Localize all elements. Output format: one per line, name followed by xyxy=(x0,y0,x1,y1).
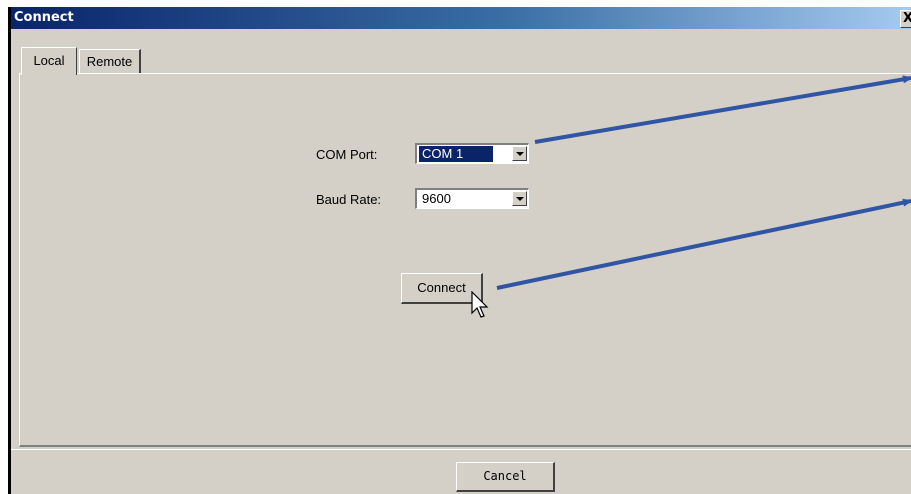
cancel-button-label: Cancel xyxy=(483,469,527,483)
cancel-button[interactable]: Cancel xyxy=(456,462,555,492)
connect-dialog: Connect X Local Remote COM Port: COM 1 B… xyxy=(8,7,911,494)
mouse-pointer-icon xyxy=(471,291,489,318)
close-icon: X xyxy=(903,11,911,26)
screenshot-frame: Connect X Local Remote COM Port: COM 1 B… xyxy=(0,0,911,494)
tab-remote-label: Remote xyxy=(86,54,133,69)
title-bar[interactable]: Connect X xyxy=(11,7,911,29)
dialog-footer: Cancel xyxy=(11,449,911,494)
window-title: Connect xyxy=(14,10,74,25)
close-button[interactable]: X xyxy=(900,10,911,28)
tab-local[interactable]: Local xyxy=(21,47,77,75)
local-tab-panel xyxy=(19,73,911,447)
tab-remote[interactable]: Remote xyxy=(79,49,141,73)
tab-local-label: Local xyxy=(33,53,65,68)
